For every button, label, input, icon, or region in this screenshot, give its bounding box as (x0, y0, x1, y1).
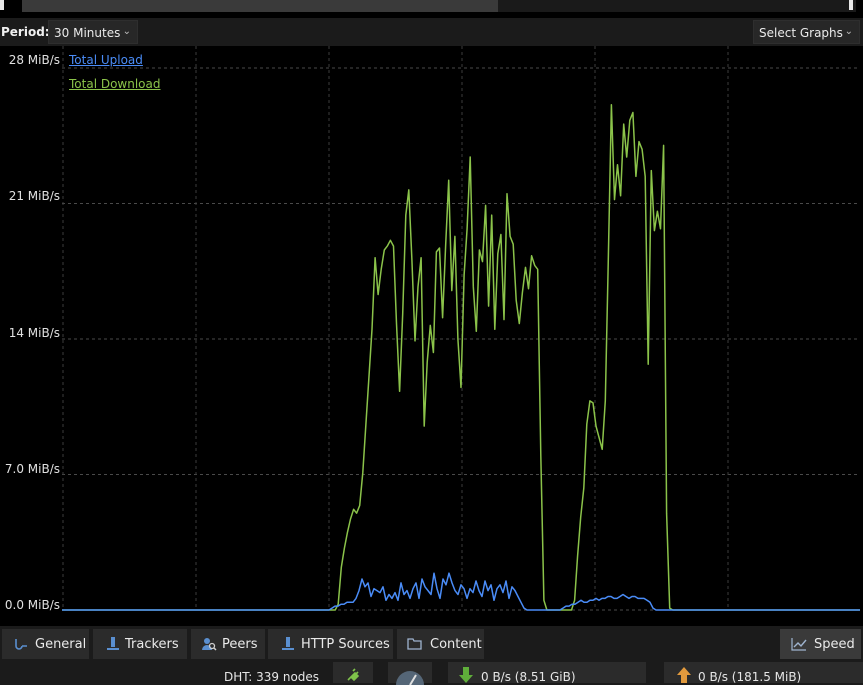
scrollbar-thumb[interactable] (22, 0, 498, 12)
tab-general[interactable]: General (2, 629, 89, 659)
tab-content[interactable]: Content (397, 629, 484, 659)
tab-peers-label: Peers (222, 637, 258, 652)
y-tick-label: 14 MiB/s (8, 326, 60, 340)
http-sources-icon (282, 637, 294, 650)
tab-general-label: General (35, 637, 87, 652)
select-graphs-label: Select Graphs (759, 26, 843, 40)
speedometer-icon (396, 671, 424, 685)
y-tick-label: 7.0 MiB/s (4, 462, 60, 476)
series-line-total-download (62, 104, 860, 611)
tab-trackers-label: Trackers (125, 637, 179, 652)
chevron-down-icon: ⌄ (122, 26, 131, 37)
details-tab-bar: General Trackers Peers HTTP Sources Cont… (0, 626, 863, 660)
general-icon (15, 639, 27, 650)
download-arrow-icon (459, 667, 473, 683)
graph-controls: Period: 30 Minutes ⌄ Select Graphs ⌄ (0, 18, 863, 46)
dht-status: DHT: 339 nodes (224, 670, 320, 684)
download-speed-text: 0 B/s (8.51 GiB) (481, 670, 576, 684)
speed-chart-svg (62, 46, 860, 611)
y-tick-label: 21 MiB/s (8, 189, 60, 203)
peers-icon (202, 638, 217, 651)
chevron-down-icon: ⌄ (844, 26, 853, 37)
y-tick-label: 0.0 MiB/s (4, 598, 60, 612)
download-speed-status[interactable]: 0 B/s (8.51 GiB) (448, 662, 646, 684)
scroll-edge-right (849, 0, 853, 10)
tab-http-sources[interactable]: HTTP Sources (268, 629, 393, 659)
legend-total-download[interactable]: Total Download (69, 77, 161, 91)
tab-speed-label: Speed (814, 637, 855, 652)
upload-arrow-icon (677, 667, 691, 683)
upload-speed-status[interactable]: 0 B/s (181.5 MiB) (664, 662, 863, 684)
select-graphs-button[interactable]: Select Graphs ⌄ (753, 20, 860, 44)
upload-speed-text: 0 B/s (181.5 MiB) (698, 670, 802, 684)
tab-trackers[interactable]: Trackers (93, 629, 187, 659)
scroll-edge-left (0, 0, 4, 10)
grid-lines (62, 46, 860, 611)
tab-content-label: Content (430, 637, 482, 652)
tab-speed[interactable]: Speed (780, 629, 861, 659)
folder-icon (407, 638, 422, 650)
plug-icon (347, 668, 360, 682)
speed-chart-icon (791, 638, 807, 651)
y-tick-label: 28 MiB/s (8, 53, 60, 67)
trackers-icon (107, 637, 119, 650)
connection-status[interactable] (333, 662, 373, 683)
tab-http-sources-label: HTTP Sources (301, 637, 390, 652)
legend-total-upload[interactable]: Total Upload (69, 53, 143, 67)
period-label: Period: (1, 25, 50, 39)
period-select[interactable]: 30 Minutes ⌄ (48, 20, 138, 44)
tab-peers[interactable]: Peers (191, 629, 265, 659)
alt-speed-toggle[interactable] (388, 662, 432, 685)
status-bar: DHT: 339 nodes 0 B/s (8.51 GiB) 0 B/s (1… (0, 660, 863, 685)
speed-graph: 28 MiB/s 21 MiB/s 14 MiB/s 7.0 MiB/s 0.0… (0, 46, 863, 626)
series-lines (62, 104, 860, 611)
period-value: 30 Minutes (54, 26, 121, 40)
top-scrollbar[interactable] (0, 0, 863, 18)
series-line-total-upload (62, 572, 860, 611)
